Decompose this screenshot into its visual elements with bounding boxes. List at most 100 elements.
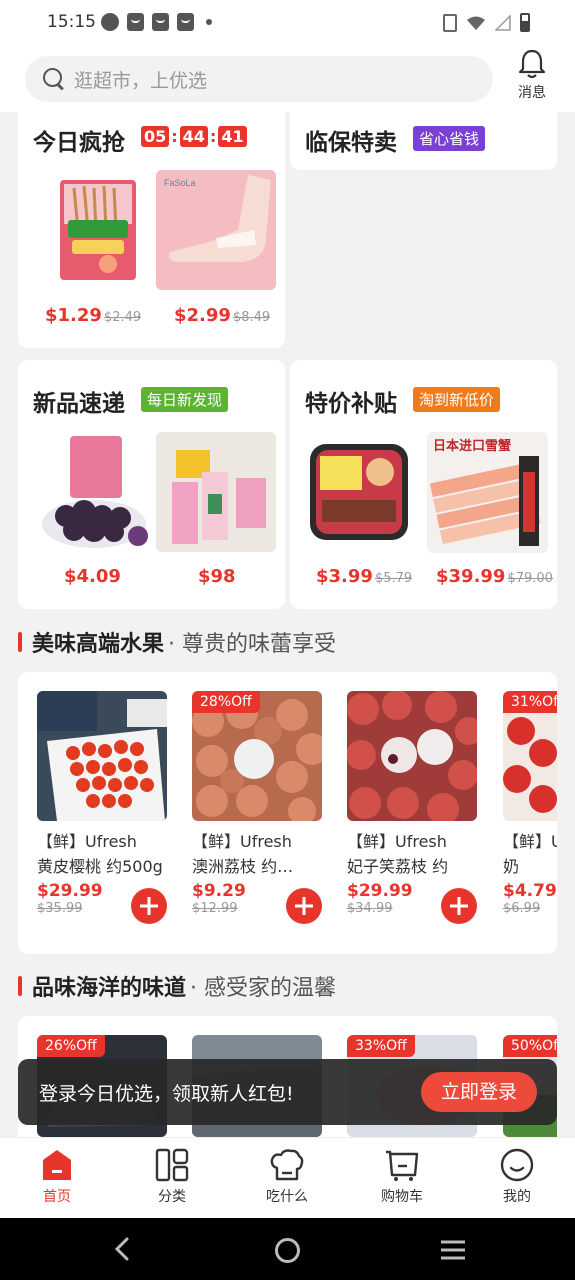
- more-notifications-icon: [206, 19, 212, 25]
- price: $2.99: [174, 305, 231, 326]
- discount-badge: 33%Off: [347, 1035, 415, 1057]
- product-name: 【鲜】Ufresh 妃子笑荔枝 约500g: [347, 832, 463, 876]
- original-price: $79.00: [507, 571, 553, 586]
- home-circle-icon[interactable]: [274, 1237, 301, 1264]
- nav-label-cart: 购物车: [381, 1189, 423, 1205]
- countdown-minutes: 44: [179, 126, 208, 147]
- new-arrivals-title: 新品速递: [33, 391, 125, 417]
- product-name: 【鲜】Ufresh 澳洲荔枝 约…: [192, 832, 308, 876]
- svg-text:日本进口雪蟹: 日本进口雪蟹: [433, 438, 511, 453]
- product-card-strawberry[interactable]: 31%Off 【鲜】Ufre 优质奶 $4.79 $6.99: [503, 691, 557, 916]
- flash-product-price-1: $1.29 $2.49: [45, 305, 141, 326]
- nav-item-profile[interactable]: 我的: [477, 1148, 557, 1206]
- product-image-drinks[interactable]: [156, 432, 276, 552]
- product-image-bbq[interactable]: [308, 440, 410, 544]
- new-arrivals-tag: 每日新发现: [141, 387, 229, 412]
- fruit-section-subtitle: · 尊贵的味蕾享受: [168, 632, 337, 657]
- discount-badge: 28%Off: [192, 691, 260, 713]
- bottom-navigation: 首页 分类 吃什么 购物车 我的: [0, 1137, 575, 1218]
- price: $39.99: [436, 566, 506, 587]
- fruit-section-header: 美味高端水果 · 尊贵的味蕾享受: [18, 626, 336, 658]
- seafood-section-title: 品味海洋的味道: [32, 976, 187, 1001]
- product-name: 【鲜】Ufresh 黄皮樱桃 约500g: [37, 832, 163, 876]
- countdown-seconds: 41: [218, 126, 247, 147]
- home-icon: [43, 1150, 71, 1180]
- nav-item-cart[interactable]: 购物车: [362, 1148, 442, 1206]
- section-marker: [18, 632, 22, 652]
- flash-product-price-2: $2.99 $8.49: [174, 305, 270, 326]
- product-thumbnail: [37, 691, 167, 821]
- wifi-icon: [467, 16, 485, 30]
- clearance-title: 临保特卖: [305, 130, 397, 156]
- nav-label-what-to-eat: 吃什么: [266, 1189, 308, 1205]
- clearance-tag: 省心省钱: [413, 126, 486, 151]
- seafood-section-header: 品味海洋的味道 · 感受家的温馨: [18, 970, 336, 1002]
- nav-item-category[interactable]: 分类: [132, 1148, 212, 1206]
- app-notification-icon: [101, 13, 119, 31]
- discount-badge: 31%Off: [503, 691, 557, 713]
- battery-icon: [520, 13, 530, 32]
- smile-icon: [500, 1148, 534, 1182]
- special-subsidy-title: 特价补贴: [305, 391, 397, 417]
- nav-label-profile: 我的: [503, 1189, 531, 1205]
- vibrate-icon: [443, 13, 457, 32]
- login-now-button[interactable]: 立即登录: [420, 1072, 537, 1112]
- signal-icon: [495, 14, 511, 31]
- product-card-concubine-lychee[interactable]: 【鲜】Ufresh 妃子笑荔枝 约500g $29.99 $34.99: [347, 691, 477, 924]
- original-price: $2.49: [103, 310, 142, 325]
- product-name: 【鲜】Ufre 优质奶: [503, 832, 557, 876]
- fruit-product-list[interactable]: 【鲜】Ufresh 黄皮樱桃 约500g $29.99 $35.99 28%Of…: [18, 672, 557, 954]
- messages-label: 消息: [518, 85, 546, 101]
- nav-label-home: 首页: [43, 1189, 71, 1205]
- notification-icons: [101, 13, 212, 31]
- new-arrivals-card[interactable]: 新品速递 每日新发现 $4.09 $98: [18, 360, 285, 609]
- price: $3.99: [316, 566, 373, 587]
- price: $98: [198, 566, 236, 587]
- bell-icon: [518, 49, 546, 79]
- new-product-price-2: $98: [198, 566, 236, 587]
- login-prompt-banner: 登录今日优选，领取新人红包! 立即登录: [18, 1059, 557, 1125]
- nav-item-what-to-eat[interactable]: 吃什么: [247, 1148, 327, 1206]
- search-input[interactable]: 逛超市，上优选: [25, 56, 493, 102]
- search-icon: [43, 68, 65, 90]
- product-card-cherry[interactable]: 【鲜】Ufresh 黄皮樱桃 约500g $29.99 $35.99: [37, 691, 167, 924]
- special-subsidy-card[interactable]: 特价补贴 淘到新低价 日本进口雪蟹 $3.99 $5.79 $39.99 $79…: [290, 360, 557, 609]
- mail-notification-icon: [152, 13, 169, 31]
- nav-item-home[interactable]: 首页: [17, 1148, 97, 1206]
- product-image-foot-mask[interactable]: FaSoLa: [156, 170, 276, 290]
- add-to-cart-button[interactable]: [441, 888, 477, 924]
- fruit-section-title: 美味高端水果: [32, 632, 165, 657]
- back-icon[interactable]: [112, 1237, 132, 1261]
- app-header: 逛超市，上优选 消息: [0, 46, 575, 112]
- subsidy-product-price-1: $3.99 $5.79: [316, 566, 412, 587]
- price: $4.09: [64, 566, 121, 587]
- countdown-hours: 05: [141, 126, 170, 147]
- mail-notification-icon: [127, 13, 144, 31]
- product-original-price: $6.99: [503, 901, 541, 916]
- system-icons: [443, 13, 530, 32]
- product-thumbnail: 31%Off: [503, 691, 557, 821]
- cart-icon: [386, 1150, 419, 1181]
- product-card-australian-lychee[interactable]: 28%Off 【鲜】Ufresh 澳洲荔枝 约… $9.29 $12.99: [192, 691, 322, 924]
- flash-sale-card[interactable]: 今日疯抢 05 : 44 : 41 FaSoLa $1.29 $2.49 $2.…: [18, 112, 285, 348]
- product-image-crab-sticks[interactable]: 日本进口雪蟹: [427, 432, 548, 553]
- subsidy-product-price-2: $39.99 $79.00: [436, 566, 553, 587]
- product-price: $4.79: [503, 881, 557, 901]
- status-time: 15:15: [47, 12, 96, 32]
- seafood-section-subtitle: · 感受家的温馨: [190, 976, 337, 1001]
- messages-button[interactable]: 消息: [510, 48, 554, 108]
- original-price: $5.79: [374, 571, 413, 586]
- category-icon: [155, 1148, 189, 1182]
- add-to-cart-button[interactable]: [131, 888, 167, 924]
- add-to-cart-button[interactable]: [286, 888, 322, 924]
- recent-apps-icon[interactable]: [439, 1239, 467, 1261]
- clearance-card[interactable]: 临保特卖 省心省钱: [290, 112, 557, 170]
- product-image-prunes[interactable]: [40, 432, 152, 552]
- section-marker: [18, 976, 22, 996]
- original-price: $8.49: [232, 310, 271, 325]
- product-image-pocky[interactable]: [38, 170, 158, 290]
- product-thumbnail: [347, 691, 477, 821]
- price: $1.29: [45, 305, 102, 326]
- new-product-price-1: $4.09: [64, 566, 121, 587]
- chef-hat-icon: [270, 1149, 304, 1181]
